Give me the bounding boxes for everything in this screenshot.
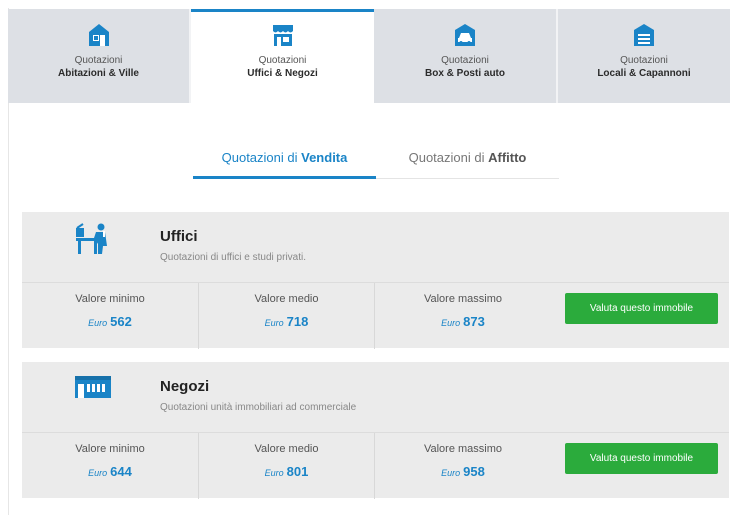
tab-big-label: Uffici & Negozi — [247, 68, 318, 79]
car-garage-icon — [454, 21, 476, 49]
warehouse-icon — [633, 21, 655, 49]
stat-avg: Valore medio Euro 801 — [199, 433, 375, 499]
tab-big-label: Abitazioni & Ville — [58, 68, 139, 79]
tab-small-label: Quotazioni — [620, 55, 668, 66]
storefront-icon — [74, 372, 114, 408]
stat-value: Euro 801 — [199, 464, 374, 479]
tab-small-label: Quotazioni — [74, 55, 123, 66]
card-title: Negozi — [160, 378, 210, 395]
tab-prefix: Quotazioni di — [408, 150, 489, 165]
amount: 562 — [110, 314, 132, 329]
amount: 873 — [463, 314, 485, 329]
stat-label: Valore minimo — [75, 443, 145, 455]
tab-small-label: Quotazioni — [441, 55, 489, 66]
office-desk-icon — [74, 222, 114, 258]
amount: 801 — [286, 464, 309, 479]
tab-big-label: Box & Posti auto — [424, 68, 505, 79]
valuta-immobile-button[interactable]: Valuta questo immobile — [565, 293, 718, 324]
sale-rent-tabs: Quotazioni di Vendita Quotazioni di Affi… — [193, 145, 559, 179]
stat-value: Euro 958 — [375, 464, 551, 479]
house-icon — [88, 21, 110, 49]
currency: Euro — [264, 468, 284, 478]
stat-max: Valore massimo Euro 873 — [375, 283, 551, 349]
quote-card-negozi: Negozi Quotazioni unità immobiliari ad c… — [22, 362, 729, 499]
tab-vendita[interactable]: Quotazioni di Vendita — [193, 145, 376, 179]
tab-bold-label: Affitto — [488, 150, 527, 165]
stat-value: Euro 644 — [22, 464, 198, 479]
tab-small-label: Quotazioni — [258, 55, 307, 66]
tab-abitazioni-ville[interactable]: Quotazioni Abitazioni & Ville — [8, 9, 191, 103]
tab-affitto[interactable]: Quotazioni di Affitto — [376, 145, 559, 179]
card-description: Quotazioni unità immobiliari ad commerci… — [160, 402, 357, 413]
stat-label: Valore massimo — [423, 293, 503, 305]
card-description: Quotazioni di uffici e studi privati. — [160, 252, 307, 263]
card-stats: Valore minimo Euro 562 Valore medio Euro 7… — [22, 282, 729, 349]
card-header: Uffici Quotazioni di uffici e studi priv… — [22, 212, 729, 282]
amount: 644 — [110, 464, 132, 479]
stat-value: Euro 718 — [199, 314, 374, 329]
currency: Euro — [88, 468, 108, 478]
category-tabs: Quotazioni Abitazioni & Ville Quotazioni… — [8, 9, 730, 103]
stat-min: Valore minimo Euro 644 — [22, 433, 199, 499]
stat-label: Valore medio — [254, 293, 319, 305]
tab-box-posti-auto[interactable]: Quotazioni Box & Posti auto — [374, 9, 558, 103]
card-title: Uffici — [160, 228, 198, 245]
stat-value: Euro 562 — [22, 314, 198, 329]
currency: Euro — [88, 318, 108, 328]
valuta-immobile-button[interactable]: Valuta questo immobile — [565, 443, 718, 474]
currency: Euro — [441, 318, 461, 328]
stat-max: Valore massimo Euro 958 — [375, 433, 551, 499]
stat-min: Valore minimo Euro 562 — [22, 283, 199, 349]
stat-value: Euro 873 — [375, 314, 551, 329]
tab-uffici-negozi[interactable]: Quotazioni Uffici & Negozi — [191, 9, 374, 103]
amount: 718 — [286, 314, 309, 329]
tab-prefix: Quotazioni di — [221, 150, 302, 165]
stat-label: Valore minimo — [75, 293, 145, 305]
quote-card-uffici: Uffici Quotazioni di uffici e studi priv… — [22, 212, 729, 349]
shop-icon — [272, 21, 294, 49]
currency: Euro — [264, 318, 284, 328]
amount: 958 — [463, 464, 485, 479]
card-stats: Valore minimo Euro 644 Valore medio Euro 8… — [22, 432, 729, 499]
currency: Euro — [441, 468, 461, 478]
tab-locali-capannoni[interactable]: Quotazioni Locali & Capannoni — [558, 9, 730, 103]
tab-bold-label: Vendita — [301, 150, 348, 165]
tab-big-label: Locali & Capannoni — [597, 68, 691, 79]
card-header: Negozi Quotazioni unità immobiliari ad c… — [22, 362, 729, 432]
stat-avg: Valore medio Euro 718 — [199, 283, 375, 349]
stat-label: Valore medio — [254, 443, 319, 455]
stat-label: Valore massimo — [423, 443, 503, 455]
